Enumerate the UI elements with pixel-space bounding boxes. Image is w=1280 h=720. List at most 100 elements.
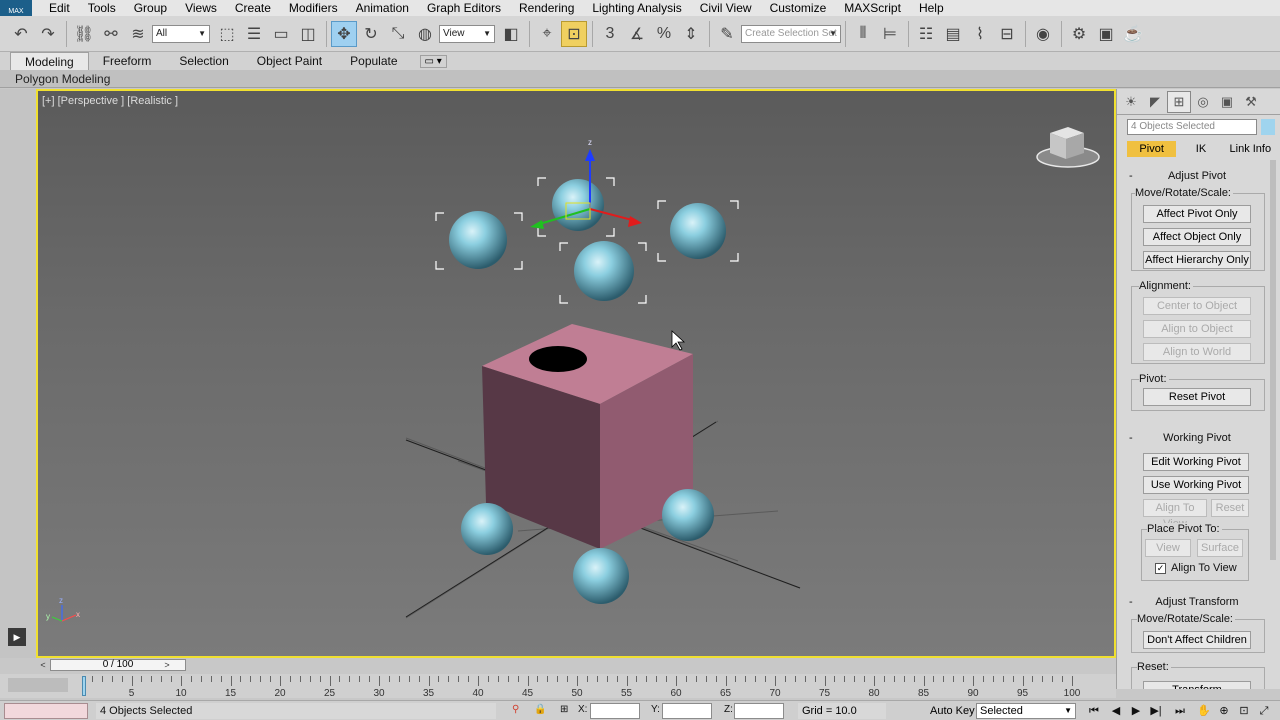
tab-selection[interactable]: Selection: [165, 52, 242, 70]
layer-explorer-icon[interactable]: ☷: [913, 21, 939, 47]
align-to-view-checkbox[interactable]: ✓: [1155, 563, 1166, 574]
perspective-viewport[interactable]: z z x y [+] [Perspective ] [Realistic]: [38, 91, 1114, 656]
isolate-icon[interactable]: ⚲: [512, 704, 519, 715]
object-color-swatch[interactable]: [1261, 119, 1275, 135]
menu-group[interactable]: Group: [125, 0, 176, 16]
affect-pivot-only-button[interactable]: Affect Pivot Only: [1143, 205, 1251, 223]
scene-canvas[interactable]: z z x y: [38, 91, 1114, 656]
material-editor-icon[interactable]: ◉: [1030, 21, 1056, 47]
menu-modifiers[interactable]: Modifiers: [280, 0, 347, 16]
align-to-view-button[interactable]: Align To View: [1143, 499, 1207, 530]
align-icon[interactable]: ⊨: [877, 21, 903, 47]
maxscript-listener-box[interactable]: [4, 703, 88, 719]
motion-panel-icon[interactable]: ◎: [1191, 91, 1215, 113]
angle-snap-icon[interactable]: ∡: [624, 21, 650, 47]
reset-pivot-button[interactable]: Reset Pivot: [1143, 388, 1251, 406]
tab-ik[interactable]: IK: [1176, 141, 1225, 157]
mirror-icon[interactable]: ⫴: [850, 21, 876, 47]
menu-tools[interactable]: Tools: [79, 0, 125, 16]
select-and-move-icon[interactable]: ✥: [331, 20, 357, 47]
select-and-rotate-icon[interactable]: ↻: [358, 21, 384, 47]
create-panel-icon[interactable]: ☀: [1119, 91, 1143, 113]
rollout-adjust-pivot[interactable]: - Adjust Pivot: [1123, 169, 1271, 183]
key-filter-dropdown[interactable]: Selected ▼: [976, 703, 1076, 719]
affect-object-only-button[interactable]: Affect Object Only: [1143, 228, 1251, 246]
working-pivot-reset-button[interactable]: Reset: [1211, 499, 1249, 517]
utilities-panel-icon[interactable]: ⚒: [1239, 91, 1263, 113]
pivot-center-icon[interactable]: ◧: [498, 21, 524, 47]
x-coordinate-field[interactable]: [590, 703, 640, 719]
menu-rendering[interactable]: Rendering: [510, 0, 583, 16]
track-ruler[interactable]: 5 10 15 20 25 30 35 40 45 50 55 60 65 70 75 80 85 90 95 100: [82, 676, 1080, 699]
dont-affect-children-button[interactable]: Don't Affect Children: [1143, 631, 1251, 649]
menu-create[interactable]: Create: [226, 0, 280, 16]
spinner-snap-icon[interactable]: ⇕: [678, 21, 704, 47]
menu-civil-view[interactable]: Civil View: [691, 0, 761, 16]
undo-icon[interactable]: ↶: [8, 21, 34, 47]
curve-editor-icon[interactable]: ⌇: [967, 21, 993, 47]
next-frame-icon[interactable]: ▶|: [1148, 703, 1164, 719]
tab-object-paint[interactable]: Object Paint: [243, 52, 336, 70]
affect-hierarchy-only-button[interactable]: Affect Hierarchy Only: [1143, 251, 1251, 269]
link-icon[interactable]: ⛓: [71, 21, 97, 47]
center-to-object-button[interactable]: Center to Object: [1143, 297, 1251, 315]
use-working-pivot-button[interactable]: Use Working Pivot: [1143, 476, 1249, 494]
absolute-mode-icon[interactable]: ⊞: [560, 704, 568, 715]
tab-pivot[interactable]: Pivot: [1127, 141, 1177, 157]
next-frame-arrow-icon[interactable]: >: [162, 659, 172, 671]
menu-views[interactable]: Views: [176, 0, 226, 16]
tab-populate[interactable]: Populate: [336, 52, 411, 70]
scene-explorer-icon[interactable]: ▤: [940, 21, 966, 47]
transform-button[interactable]: Transform: [1143, 681, 1251, 689]
menu-animation[interactable]: Animation: [347, 0, 418, 16]
schematic-view-icon[interactable]: ⊟: [994, 21, 1020, 47]
z-coordinate-field[interactable]: [734, 703, 784, 719]
menu-help[interactable]: Help: [910, 0, 953, 16]
time-marker[interactable]: [82, 676, 86, 696]
expand-viewport-icon[interactable]: ▶: [8, 628, 26, 646]
edit-named-selection-icon[interactable]: ✎: [714, 21, 740, 47]
open-mini-curve-editor-icon[interactable]: [8, 678, 68, 692]
selection-filter-dropdown[interactable]: All ▼: [152, 24, 210, 43]
pan-icon[interactable]: ✋: [1196, 703, 1212, 719]
go-to-end-icon[interactable]: ⏭: [1172, 703, 1188, 719]
zoom-icon[interactable]: ⊕: [1216, 703, 1232, 719]
zoom-extents-icon[interactable]: ⊡: [1236, 703, 1252, 719]
tab-freeform[interactable]: Freeform: [89, 52, 166, 70]
tab-link-info[interactable]: Link Info: [1226, 141, 1275, 157]
select-and-scale-icon[interactable]: ⤡: [385, 21, 411, 47]
prev-frame-arrow-icon[interactable]: <: [38, 659, 48, 671]
align-to-object-button[interactable]: Align to Object: [1143, 320, 1251, 338]
select-manipulate-icon[interactable]: ⌖: [534, 21, 560, 47]
place-pivot-surface-button[interactable]: Surface: [1197, 539, 1243, 557]
bind-space-warp-icon[interactable]: ≋: [125, 21, 151, 47]
play-icon[interactable]: ▶: [1128, 703, 1144, 719]
ribbon-options-button[interactable]: ▭ ▾: [419, 54, 447, 68]
menu-graph-editors[interactable]: Graph Editors: [418, 0, 510, 16]
menu-customize[interactable]: Customize: [761, 0, 836, 16]
unlink-icon[interactable]: ⚯: [98, 21, 124, 47]
percent-snap-icon[interactable]: %: [651, 21, 677, 47]
polygon-modeling-label[interactable]: Polygon Modeling: [15, 72, 110, 86]
hierarchy-panel-icon[interactable]: ⊞: [1167, 90, 1191, 113]
render-production-icon[interactable]: ☕: [1120, 21, 1146, 47]
track-bar[interactable]: 5 10 15 20 25 30 35 40 45 50 55 60 65 70 75 80 85 90 95 100: [0, 674, 1116, 699]
edit-working-pivot-button[interactable]: Edit Working Pivot: [1143, 453, 1249, 471]
menu-maxscript[interactable]: MAXScript: [835, 0, 910, 16]
select-and-place-icon[interactable]: ◍: [412, 21, 438, 47]
lock-selection-icon[interactable]: 🔒: [534, 704, 546, 715]
keyboard-shortcut-override-icon[interactable]: ⊡: [561, 20, 587, 47]
auto-key-button[interactable]: Auto Key: [930, 703, 975, 719]
window-crossing-icon[interactable]: ◫: [295, 21, 321, 47]
app-logo[interactable]: MAX: [0, 0, 32, 16]
align-to-world-button[interactable]: Align to World: [1143, 343, 1251, 361]
place-pivot-view-button[interactable]: View: [1145, 539, 1191, 557]
menu-lighting-analysis[interactable]: Lighting Analysis: [583, 0, 690, 16]
tab-modeling[interactable]: Modeling: [10, 52, 89, 70]
y-coordinate-field[interactable]: [662, 703, 712, 719]
named-selection-field[interactable]: Create Selection Set ▼: [741, 24, 841, 43]
rect-selection-icon[interactable]: ▭: [268, 21, 294, 47]
menu-edit[interactable]: Edit: [40, 0, 79, 16]
previous-frame-icon[interactable]: ◀: [1108, 703, 1124, 719]
display-panel-icon[interactable]: ▣: [1215, 91, 1239, 113]
